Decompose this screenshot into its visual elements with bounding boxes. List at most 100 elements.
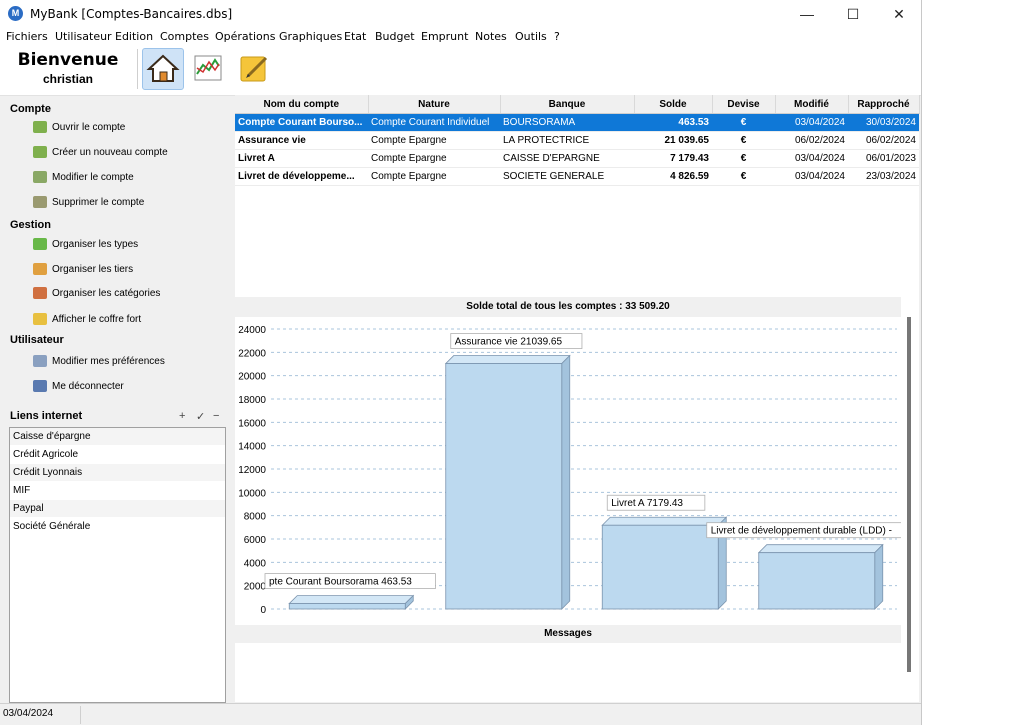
sidebar-item-delete-account[interactable]: Supprimer le compte bbox=[33, 194, 144, 212]
data-label: pte Courant Boursorama 463.53 bbox=[269, 577, 412, 588]
home-button[interactable] bbox=[142, 48, 184, 90]
chart-scrollbar[interactable] bbox=[907, 317, 911, 672]
check-link-button[interactable]: ✓ bbox=[196, 410, 205, 423]
cell-currency: € bbox=[712, 167, 775, 186]
hierarchy-icon bbox=[33, 287, 47, 300]
status-bar: 03/04/2024 bbox=[0, 703, 921, 725]
bar-top bbox=[444, 355, 571, 364]
links-list: Caisse d'épargne Crédit Agricole Crédit … bbox=[9, 427, 226, 703]
notes-button[interactable] bbox=[234, 48, 274, 88]
sidebar-item-categories[interactable]: Organiser les catégories bbox=[33, 285, 160, 303]
folder-add-icon bbox=[33, 146, 47, 159]
cell-currency: € bbox=[712, 131, 775, 150]
menu-help[interactable]: ? bbox=[554, 30, 560, 43]
table-row[interactable]: Livret A Compte Epargne CAISSE D'EPARGNE… bbox=[235, 149, 919, 168]
sidebar: Compte Ouvrir le compte Créer un nouveau… bbox=[0, 96, 233, 703]
logout-icon bbox=[33, 380, 47, 393]
bar-top bbox=[757, 544, 884, 554]
sidebar-item-types[interactable]: Organiser les types bbox=[33, 236, 138, 254]
bar-side bbox=[561, 354, 571, 610]
sidebar-item-logout[interactable]: Me déconnecter bbox=[33, 378, 124, 396]
menu-edition[interactable]: Edition bbox=[115, 30, 153, 43]
menu-fichiers[interactable]: Fichiers bbox=[6, 30, 48, 43]
sidebar-item-safe[interactable]: Afficher le coffre fort bbox=[33, 311, 141, 329]
link-item[interactable]: MIF bbox=[10, 482, 225, 500]
menu-emprunt[interactable]: Emprunt bbox=[421, 30, 468, 43]
menu-notes[interactable]: Notes bbox=[475, 30, 507, 43]
link-item[interactable]: Crédit Lyonnais bbox=[10, 464, 225, 482]
cell-reconciled: 30/03/2024 bbox=[848, 113, 919, 132]
y-tick-label: 14000 bbox=[238, 442, 266, 453]
cell-name: Assurance vie bbox=[235, 131, 368, 150]
col-header-currency[interactable]: Devise bbox=[712, 95, 776, 114]
main-panel: Nom du compte Nature Banque Solde Devise… bbox=[235, 95, 921, 702]
y-tick-label: 10000 bbox=[238, 488, 266, 499]
cell-bank: LA PROTECTRICE bbox=[500, 131, 634, 150]
sidebar-item-tiers[interactable]: Organiser les tiers bbox=[33, 261, 133, 279]
cell-nature: Compte Epargne bbox=[368, 149, 500, 168]
table-row[interactable]: Livret de développeme... Compte Epargne … bbox=[235, 167, 919, 186]
col-header-bank[interactable]: Banque bbox=[500, 95, 635, 114]
col-header-name[interactable]: Nom du compte bbox=[235, 95, 369, 114]
table-header-row: Nom du compte Nature Banque Solde Devise… bbox=[235, 95, 920, 114]
cell-nature: Compte Epargne bbox=[368, 167, 500, 186]
cell-bank: BOURSORAMA bbox=[500, 113, 634, 132]
menu-utilisateur[interactable]: Utilisateur bbox=[55, 30, 112, 43]
menu-comptes[interactable]: Comptes bbox=[160, 30, 209, 43]
menu-etat[interactable]: Etat bbox=[344, 30, 366, 43]
cell-balance: 7 179.43 bbox=[634, 149, 712, 168]
folder-edit-icon bbox=[33, 171, 47, 184]
y-tick-label: 16000 bbox=[238, 418, 266, 429]
cell-modified: 03/04/2024 bbox=[775, 167, 848, 186]
menu-budget[interactable]: Budget bbox=[375, 30, 415, 43]
users-icon bbox=[33, 263, 47, 276]
bar bbox=[288, 603, 406, 610]
bar bbox=[601, 524, 719, 610]
menu-bar: Fichiers Utilisateur Edition Comptes Opé… bbox=[0, 28, 921, 45]
bar bbox=[445, 363, 563, 610]
remove-link-button[interactable]: − bbox=[213, 410, 219, 422]
links-title: Liens internet bbox=[10, 410, 83, 422]
user-name: christian bbox=[42, 72, 93, 86]
y-tick-label: 0 bbox=[260, 605, 266, 616]
col-header-balance[interactable]: Solde bbox=[634, 95, 713, 114]
sidebar-item-open-account[interactable]: Ouvrir le compte bbox=[33, 119, 125, 137]
close-button[interactable]: ✕ bbox=[876, 0, 921, 28]
chart-area: 0 2000 4000 6000 8000 10000 12000 14000 16000 180… bbox=[235, 317, 921, 625]
key-icon bbox=[33, 313, 47, 326]
bar-top bbox=[288, 595, 415, 604]
link-item[interactable]: Caisse d'épargne bbox=[10, 428, 225, 446]
section-title-utilisateur: Utilisateur bbox=[10, 334, 64, 346]
title-bar: M MyBank [Comptes-Bancaires.dbs] — ☐ ✕ bbox=[0, 0, 921, 28]
minimize-button[interactable]: — bbox=[784, 0, 830, 28]
table-row[interactable]: Assurance vie Compte Epargne LA PROTECTR… bbox=[235, 131, 919, 150]
link-item[interactable]: Paypal bbox=[10, 500, 225, 518]
charts-button[interactable] bbox=[188, 48, 228, 88]
menu-graphiques[interactable]: Graphiques bbox=[279, 30, 342, 43]
col-header-reconciled[interactable]: Rapproché bbox=[848, 95, 920, 114]
table-row[interactable]: Compte Courant Bourso... Compte Courant … bbox=[235, 113, 919, 132]
add-link-button[interactable]: + bbox=[179, 410, 185, 422]
col-header-modified[interactable]: Modifié bbox=[775, 95, 849, 114]
menu-outils[interactable]: Outils bbox=[515, 30, 547, 43]
link-item[interactable]: Crédit Agricole bbox=[10, 446, 225, 464]
col-header-nature[interactable]: Nature bbox=[368, 95, 501, 114]
sidebar-item-preferences[interactable]: Modifier mes préférences bbox=[33, 353, 165, 371]
maximize-button[interactable]: ☐ bbox=[830, 0, 876, 28]
cell-nature: Compte Epargne bbox=[368, 131, 500, 150]
sidebar-item-new-account[interactable]: Créer un nouveau compte bbox=[33, 144, 168, 162]
data-label: Livret A 7179.43 bbox=[611, 498, 683, 509]
menu-operations[interactable]: Opérations bbox=[215, 30, 275, 43]
cell-name: Compte Courant Bourso... bbox=[235, 113, 368, 132]
cell-bank: CAISSE D'EPARGNE bbox=[500, 149, 634, 168]
link-item[interactable]: Société Générale bbox=[10, 518, 225, 536]
balance-bar-chart: 0 2000 4000 6000 8000 10000 12000 14000 16000 180… bbox=[238, 325, 921, 616]
status-separator bbox=[80, 706, 81, 724]
toolbar-separator bbox=[137, 49, 138, 89]
sidebar-item-edit-account[interactable]: Modifier le compte bbox=[33, 169, 134, 187]
app-window: M MyBank [Comptes-Bancaires.dbs] — ☐ ✕ F… bbox=[0, 0, 922, 725]
section-title-compte: Compte bbox=[10, 103, 51, 115]
cell-nature: Compte Courant Individuel bbox=[368, 113, 500, 132]
cell-modified: 03/04/2024 bbox=[775, 113, 848, 132]
section-title-gestion: Gestion bbox=[10, 219, 51, 231]
